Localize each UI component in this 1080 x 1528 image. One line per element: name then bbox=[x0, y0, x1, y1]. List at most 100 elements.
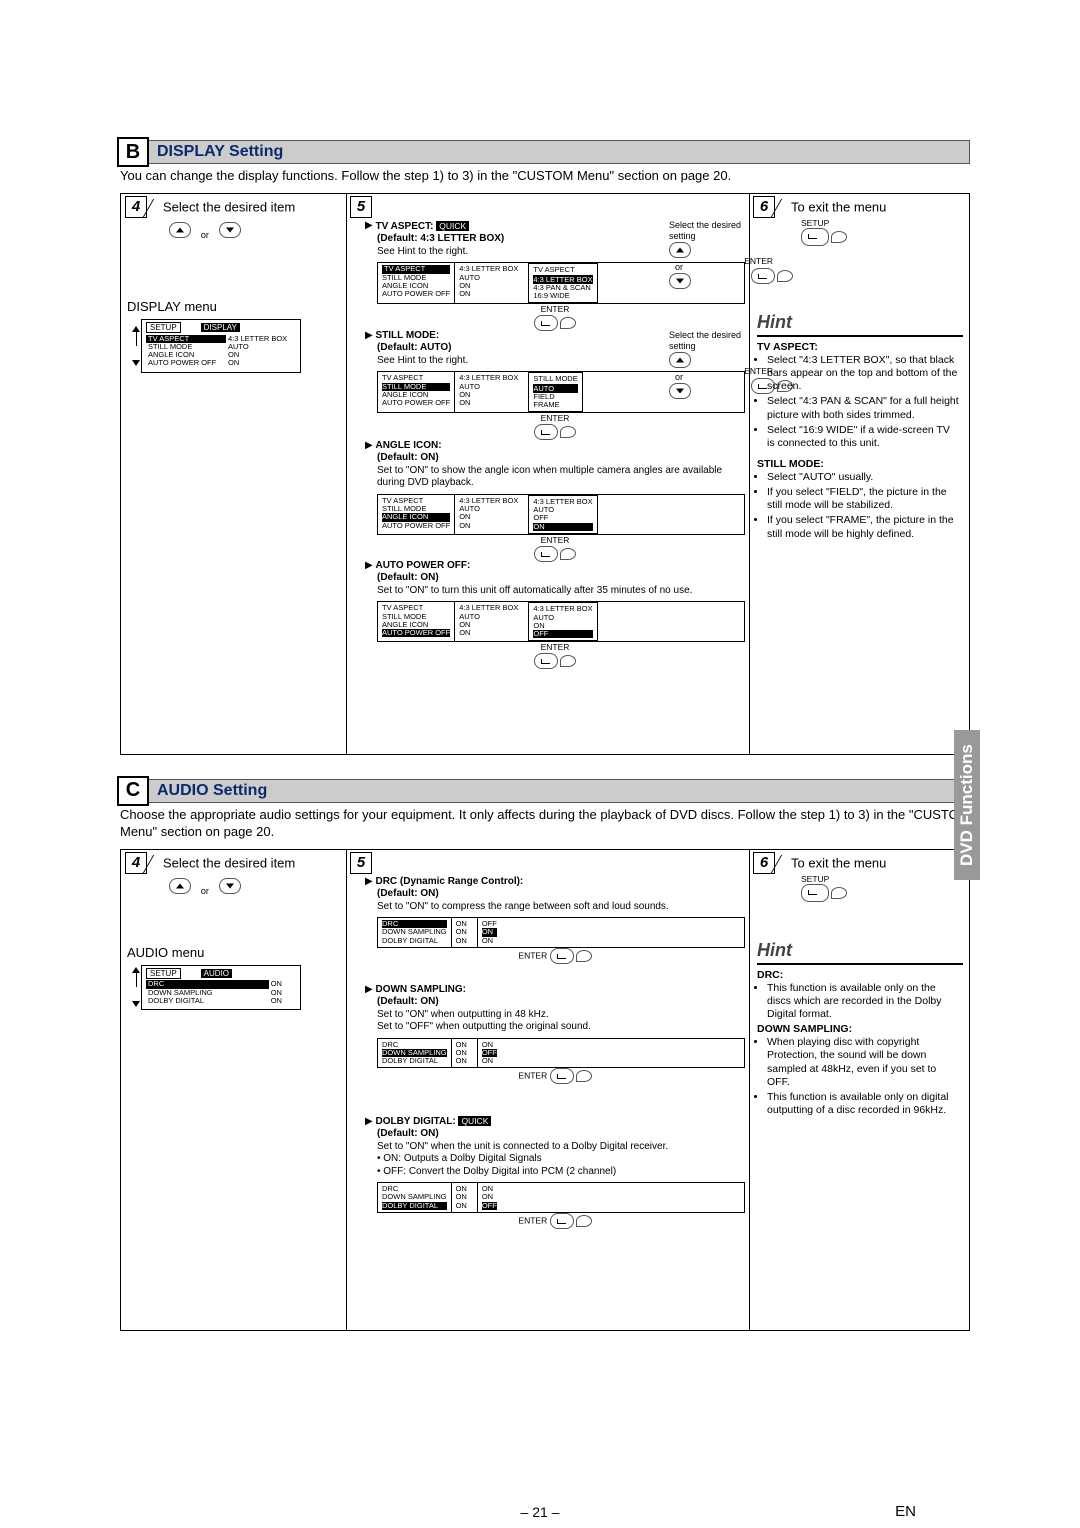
audio-menu-table: DRCON DOWN SAMPLINGON DOLBY DIGITALON bbox=[146, 980, 296, 1005]
section-c-intro: Choose the appropriate audio settings fo… bbox=[120, 807, 970, 841]
dolby-label: DOLBY DIGITAL: bbox=[375, 1116, 455, 1127]
menu-audio-tab: AUDIO bbox=[201, 969, 232, 978]
enter-icon[interactable] bbox=[534, 653, 558, 669]
press-swirl-icon bbox=[831, 231, 847, 243]
press-swirl-icon bbox=[831, 887, 847, 899]
press-swirl-icon bbox=[576, 1215, 592, 1227]
down-sampling-desc1: Set to "ON" when outputting in 48 kHz. bbox=[377, 1009, 745, 1022]
hint-item: If you select "FIELD", the picture in th… bbox=[767, 486, 959, 512]
quick-badge: QUICK bbox=[458, 1116, 491, 1126]
arrow-buttons-group: or bbox=[169, 222, 241, 241]
angle-icon-options: TV ASPECTSTILL MODEANGLE ICONAUTO POWER … bbox=[377, 494, 745, 535]
press-swirl-icon bbox=[560, 548, 576, 560]
enter-label: ENTER bbox=[541, 413, 570, 423]
hint-header: Hint bbox=[757, 312, 963, 337]
dolby-desc3: OFF: Convert the Dolby Digital into PCM … bbox=[383, 1166, 616, 1177]
auto-power-label: AUTO POWER OFF: bbox=[375, 560, 470, 571]
up-arrow-icon[interactable] bbox=[669, 242, 691, 258]
enter-label: ENTER bbox=[518, 1071, 547, 1081]
angle-icon-block: ▶ ANGLE ICON: (Default: ON) Set to "ON" … bbox=[365, 440, 745, 562]
hint-box-b: Hint TV ASPECT: Select "4:3 LETTER BOX",… bbox=[757, 312, 963, 543]
side-tab-dvd-functions: DVD Functions bbox=[954, 730, 980, 880]
enter-label: ENTER bbox=[744, 256, 773, 267]
hint-tv-list: Select "4:3 LETTER BOX", so that black b… bbox=[757, 354, 959, 450]
dolby-default: (Default: ON) bbox=[377, 1128, 439, 1139]
enter-icon[interactable] bbox=[534, 424, 558, 440]
dolby-desc2: ON: Outputs a Dolby Digital Signals bbox=[383, 1153, 541, 1164]
press-swirl-icon bbox=[560, 426, 576, 438]
down-arrow-icon[interactable] bbox=[219, 222, 241, 238]
or-text: or bbox=[201, 886, 209, 896]
setup-button-icon[interactable] bbox=[801, 884, 829, 902]
press-swirl-icon bbox=[560, 317, 576, 329]
drc-options: DRCDOWN SAMPLINGDOLBY DIGITAL ONONON OFF… bbox=[377, 917, 745, 948]
enter-icon[interactable] bbox=[550, 948, 574, 964]
hint-item: This function is available only on digit… bbox=[767, 1091, 959, 1117]
enter-icon[interactable] bbox=[550, 1213, 574, 1229]
down-sampling-block: ▶ DOWN SAMPLING: (Default: ON) Set to "O… bbox=[365, 984, 745, 1085]
press-swirl-icon bbox=[576, 1070, 592, 1082]
auto-power-default: (Default: ON) bbox=[377, 572, 439, 583]
enter-label: ENTER bbox=[541, 642, 570, 652]
enter-label: ENTER bbox=[541, 535, 570, 545]
up-arrow-icon[interactable] bbox=[169, 222, 191, 238]
step6-label: To exit the menu bbox=[791, 199, 886, 214]
enter-label: ENTER bbox=[541, 304, 570, 314]
drc-default: (Default: ON) bbox=[377, 888, 439, 899]
step4-label: Select the desired item bbox=[163, 199, 295, 214]
menu-setup-tab: SETUP bbox=[146, 968, 181, 979]
setup-button-icon[interactable] bbox=[801, 228, 829, 246]
tv-aspect-see-hint: See Hint to the right. bbox=[377, 246, 468, 257]
down-sampling-default: (Default: ON) bbox=[377, 996, 439, 1007]
drc-desc: Set to "ON" to compress the range betwee… bbox=[377, 901, 745, 914]
hint-item: Select "AUTO" usually. bbox=[767, 471, 959, 484]
audio-menu-label: AUDIO menu bbox=[127, 945, 204, 960]
down-arrow-icon[interactable] bbox=[669, 383, 691, 399]
step6-label-c: To exit the menu bbox=[791, 855, 886, 870]
setup-button-area: SETUP bbox=[801, 874, 847, 902]
drc-label: DRC (Dynamic Range Control): bbox=[375, 876, 523, 887]
section-c-flow: 4Select the desired item or AUDIO menu S… bbox=[120, 849, 970, 1331]
select-setting-side: Select the desired setting or ENTER bbox=[669, 330, 745, 402]
enter-icon[interactable] bbox=[751, 268, 775, 284]
auto-power-options: TV ASPECTSTILL MODEANGLE ICONAUTO POWER … bbox=[377, 601, 745, 642]
menu-setup-tab: SETUP bbox=[146, 322, 181, 333]
still-mode-see-hint: See Hint to the right. bbox=[377, 355, 468, 366]
hint-drc-head: DRC: bbox=[757, 969, 783, 981]
hint-drc-list: This function is available only on the d… bbox=[757, 982, 959, 1021]
dolby-desc1: Set to "ON" when the unit is connected t… bbox=[377, 1141, 745, 1154]
still-mode-block: ▶ STILL MODE: (Default: AUTO) See Hint t… bbox=[365, 330, 745, 440]
step4-label-c: Select the desired item bbox=[163, 855, 295, 870]
press-swirl-icon bbox=[576, 950, 592, 962]
down-arrow-icon[interactable] bbox=[219, 878, 241, 894]
setup-button-label: SETUP bbox=[801, 874, 847, 884]
step5-header-c: 5 bbox=[350, 852, 376, 874]
auto-power-desc: Set to "ON" to turn this unit off automa… bbox=[377, 585, 745, 598]
down-sampling-desc2: Set to "OFF" when outputting the origina… bbox=[377, 1021, 745, 1034]
enter-icon[interactable] bbox=[550, 1068, 574, 1084]
section-letter-c: C bbox=[117, 776, 149, 806]
enter-icon[interactable] bbox=[534, 315, 558, 331]
step-number-5: 5 bbox=[350, 852, 372, 874]
hint-item: If you select "FRAME", the picture in th… bbox=[767, 514, 959, 540]
select-setting-side: Select the desired setting or ENTER bbox=[669, 220, 745, 292]
auto-power-off-block: ▶ AUTO POWER OFF: (Default: ON) Set to "… bbox=[365, 560, 745, 669]
up-arrow-icon[interactable] bbox=[669, 352, 691, 368]
step4-header: 4Select the desired item bbox=[125, 196, 295, 218]
display-menu-table: TV ASPECT4:3 LETTER BOX STILL MODEAUTO A… bbox=[146, 335, 296, 368]
down-arrow-icon[interactable] bbox=[669, 273, 691, 289]
setup-button-label: SETUP bbox=[801, 218, 847, 228]
step6-header-c: 6To exit the menu bbox=[753, 852, 886, 874]
page-lang: EN bbox=[895, 1503, 916, 1520]
angle-icon-label: ANGLE ICON: bbox=[375, 440, 441, 451]
display-menu-box: SETUPDISPLAY TV ASPECT4:3 LETTER BOX STI… bbox=[141, 319, 301, 373]
step5-header: 5 bbox=[350, 196, 376, 218]
still-mode-label: STILL MODE: bbox=[375, 330, 439, 341]
or-text: or bbox=[201, 230, 209, 240]
hint-item: When playing disc with copyright Protect… bbox=[767, 1036, 959, 1089]
enter-label: ENTER bbox=[518, 1215, 547, 1225]
up-arrow-icon[interactable] bbox=[169, 878, 191, 894]
audio-menu-box: SETUP AUDIO DRCON DOWN SAMPLINGON DOLBY D… bbox=[141, 965, 301, 1011]
display-menu-label: DISPLAY menu bbox=[127, 299, 217, 314]
hint-item: This function is available only on the d… bbox=[767, 982, 959, 1021]
